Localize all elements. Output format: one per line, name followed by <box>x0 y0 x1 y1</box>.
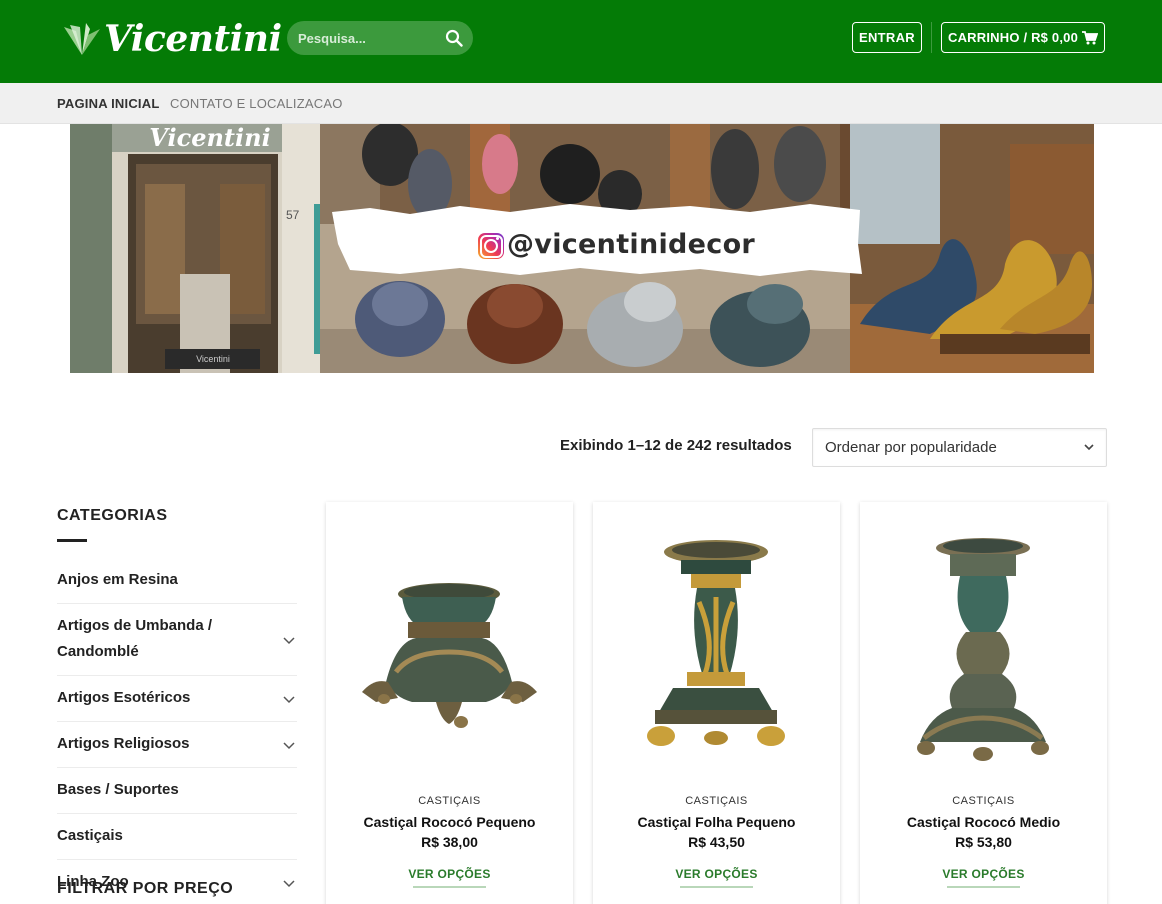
categories-title: CATEGORIAS <box>57 507 168 524</box>
chevron-down-icon[interactable] <box>283 634 295 646</box>
search-box[interactable] <box>287 21 473 55</box>
category-label: Castiçais <box>57 827 123 844</box>
main-nav: PAGINA INICIAL CONTATO E LOCALIZACAO <box>0 83 1162 124</box>
category-list: Anjos em Resina Artigos de Umbanda / Can… <box>57 558 297 904</box>
site-header: Vicentini ENTRAR CARRINHO / R$ 0,00 <box>0 0 1162 83</box>
product-category[interactable]: CASTIÇAIS <box>593 795 840 807</box>
search-icon[interactable] <box>445 29 463 47</box>
button-underline <box>413 886 486 888</box>
chevron-down-icon[interactable] <box>283 693 295 705</box>
category-item-umbanda[interactable]: Artigos de Umbanda / Candomblé <box>57 604 297 676</box>
nav-item-contact[interactable]: CONTATO E LOCALIZACAO <box>170 96 343 111</box>
door-number: 57 <box>286 208 300 222</box>
product-image[interactable] <box>860 502 1107 784</box>
category-label: Bases / Suportes <box>57 781 179 798</box>
header-divider <box>931 22 932 53</box>
view-options-button[interactable]: VER OPÇÕES <box>326 867 573 881</box>
doormat-text: Vicentini <box>196 354 230 364</box>
button-underline <box>947 886 1020 888</box>
instagram-icon <box>478 233 504 259</box>
product-category[interactable]: CASTIÇAIS <box>326 795 573 807</box>
title-underline <box>57 539 87 542</box>
category-item-religiosos[interactable]: Artigos Religiosos <box>57 722 297 768</box>
hero-banner[interactable]: Vicentini Vicentini 57 @vicentinidecor <box>70 124 1094 373</box>
category-label: Artigos Religiosos <box>57 735 190 752</box>
category-label: Artigos Esotéricos <box>57 689 191 706</box>
sort-select[interactable]: Ordenar por popularidade <box>812 428 1107 467</box>
chevron-down-icon[interactable] <box>283 739 295 751</box>
category-label: Anjos em Resina <box>57 571 178 588</box>
store-sign-text: Vicentini <box>149 124 270 152</box>
chevron-down-icon[interactable] <box>283 877 295 889</box>
category-label: Artigos de Umbanda / Candomblé <box>57 617 213 660</box>
instagram-handle[interactable]: @vicentinidecor <box>507 229 755 260</box>
product-price: R$ 43,50 <box>688 834 745 850</box>
cart-icon <box>1082 30 1099 44</box>
price-filter-title: FILTRAR POR PREÇO <box>57 880 234 897</box>
login-button[interactable]: ENTRAR <box>852 22 922 53</box>
product-name[interactable]: Castiçal Rococó Pequeno <box>326 814 573 830</box>
product-name[interactable]: Castiçal Rococó Medio <box>860 814 1107 830</box>
cart-button[interactable]: CARRINHO / R$ 0,00 <box>941 22 1105 53</box>
chevron-down-icon <box>1084 444 1094 451</box>
product-card[interactable]: CASTIÇAIS Castiçal Rococó Medio R$ 53,80… <box>860 502 1107 904</box>
product-image[interactable] <box>326 502 573 784</box>
view-options-button[interactable]: VER OPÇÕES <box>593 867 840 881</box>
product-card[interactable]: CASTIÇAIS Castiçal Folha Pequeno R$ 43,5… <box>593 502 840 904</box>
product-price: R$ 38,00 <box>421 834 478 850</box>
category-item-bases[interactable]: Bases / Suportes <box>57 768 297 814</box>
logo-text: Vicentini <box>104 18 282 60</box>
category-item-anjos[interactable]: Anjos em Resina <box>57 558 297 604</box>
search-input[interactable] <box>298 30 438 46</box>
leaf-logo-icon <box>64 23 100 55</box>
nav-item-home[interactable]: PAGINA INICIAL <box>57 96 159 111</box>
results-count: Exibindo 1–12 de 242 resultados <box>560 437 792 454</box>
category-item-castiçais[interactable]: Castiçais <box>57 814 297 860</box>
product-price: R$ 53,80 <box>955 834 1012 850</box>
category-item-esotericos[interactable]: Artigos Esotéricos <box>57 676 297 722</box>
product-card[interactable]: CASTIÇAIS Castiçal Rococó Pequeno R$ 38,… <box>326 502 573 904</box>
cart-label: CARRINHO / R$ 0,00 <box>947 30 1079 45</box>
product-name[interactable]: Castiçal Folha Pequeno <box>593 814 840 830</box>
product-category[interactable]: CASTIÇAIS <box>860 795 1107 807</box>
site-logo[interactable]: Vicentini <box>62 16 282 62</box>
product-image[interactable] <box>593 502 840 784</box>
button-underline <box>680 886 753 888</box>
view-options-button[interactable]: VER OPÇÕES <box>860 867 1107 881</box>
sort-selected-value: Ordenar por popularidade <box>825 439 997 456</box>
